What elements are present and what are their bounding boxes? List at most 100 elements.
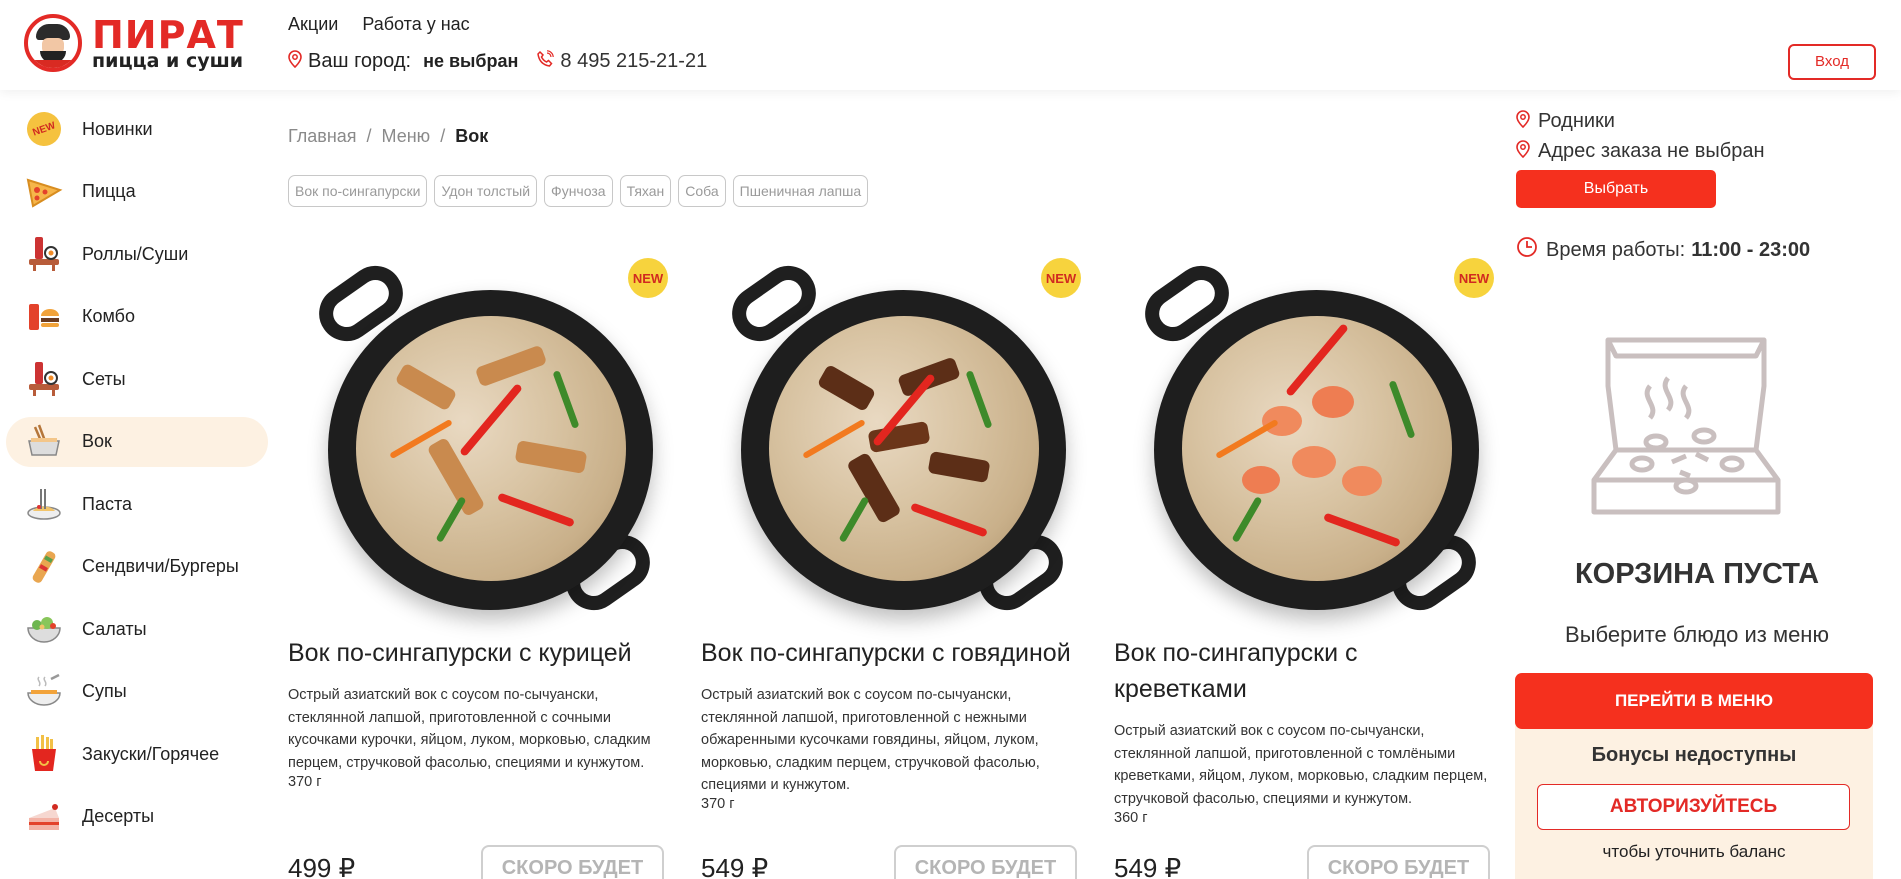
sidebar-item-desserts[interactable]: Десерты <box>6 792 268 842</box>
product-title[interactable]: Вок по-сингапурски с говядиной <box>701 635 1077 671</box>
rolls-icon <box>24 234 64 274</box>
product-weight: 370 г <box>701 796 735 812</box>
phone-icon <box>536 50 555 73</box>
product-weight: 360 г <box>1114 810 1148 826</box>
filter-tag-chahan[interactable]: Тяхан <box>619 175 672 207</box>
authorize-button[interactable]: АВТОРИЗУЙТЕСЬ <box>1537 784 1850 830</box>
sidebar-item-pasta[interactable]: Паста <box>6 479 268 529</box>
product-image[interactable]: NEW <box>1124 250 1494 635</box>
new-icon: NEW <box>22 107 66 151</box>
sidebar-item-label: Комбо <box>82 306 135 326</box>
sidebar-item-pizza[interactable]: Пицца <box>6 167 268 217</box>
choose-address-button[interactable]: Выбрать <box>1516 170 1716 208</box>
filter-tags: Вок по-сингапурски Удон толстый Фунчоза … <box>288 175 869 207</box>
product-title[interactable]: Вок по-сингапурски с креветками <box>1114 635 1490 707</box>
location-pin-icon <box>1516 140 1530 163</box>
sidebar-item-label: Сеты <box>82 368 126 389</box>
login-button[interactable]: Вход <box>1788 44 1876 80</box>
brand-logo[interactable]: ПИРАТ пицца и суши <box>24 14 244 72</box>
city-phone-row: Ваш город: не выбран 8 495 215-21-21 <box>288 50 707 73</box>
new-badge: NEW <box>1454 258 1494 298</box>
pizza-icon <box>24 172 64 212</box>
filter-tag-wheat-noodles[interactable]: Пшеничная лапша <box>732 175 869 207</box>
product-price: 549 ₽ <box>701 853 769 879</box>
working-hours: Время работы: 11:00 - 23:00 <box>1516 236 1900 264</box>
breadcrumb: Главная / Меню / Вок <box>288 126 488 147</box>
empty-pizza-box-icon <box>1586 326 1786 526</box>
coming-soon-button[interactable]: СКОРО БУДЕТ <box>481 845 664 879</box>
top-nav: Акции Работа у нас <box>288 14 470 35</box>
sidebar-item-label: Вок <box>82 431 112 451</box>
product-price: 549 ₽ <box>1114 853 1182 879</box>
sidebar-item-label: Паста <box>82 493 133 514</box>
filter-tag-funchoza[interactable]: Фунчоза <box>544 175 613 207</box>
go-to-menu-button[interactable]: ПЕРЕЙТИ В МЕНЮ <box>1515 673 1873 729</box>
sidebar-item-label: Салаты <box>82 618 147 639</box>
breadcrumb-separator: / <box>366 126 372 146</box>
category-sidebar: NEW Новинки Пицца Роллы/Суши Комбо Сеты … <box>6 104 268 854</box>
city-label: Ваш город: <box>308 50 412 72</box>
product-image[interactable]: NEW <box>298 250 668 635</box>
sidebar-item-salads[interactable]: Салаты <box>6 604 268 654</box>
breadcrumb-current: Вок <box>455 126 489 146</box>
new-badge: NEW <box>1041 258 1081 298</box>
wok-icon <box>24 422 64 462</box>
sidebar-item-sandwich[interactable]: Сендвичи/Бургеры <box>6 542 268 592</box>
bonus-note: чтобы уточнить баланс <box>1602 842 1786 861</box>
bonus-title: Бонусы недоступны <box>1591 744 1797 766</box>
sidebar-item-combo[interactable]: Комбо <box>6 292 268 342</box>
new-badge: NEW <box>628 258 668 298</box>
working-hours-value: 11:00 - 23:00 <box>1691 238 1811 261</box>
filter-tag-soba[interactable]: Соба <box>678 175 726 207</box>
breadcrumb-home[interactable]: Главная <box>288 126 357 147</box>
breadcrumb-separator: / <box>440 126 446 146</box>
product-image[interactable]: NEW <box>711 250 1081 635</box>
order-address-text: Адрес заказа не выбран <box>1538 140 1765 162</box>
order-address[interactable]: Адрес заказа не выбран <box>1516 140 1900 163</box>
sidebar-item-label: Пицца <box>82 181 136 201</box>
sidebar-item-label: Десерты <box>82 806 155 826</box>
sidebar-item-soups[interactable]: Супы <box>6 667 268 717</box>
location-name: Родники <box>1538 110 1615 132</box>
sandwich-icon <box>24 547 64 587</box>
filter-tag-thick-udon[interactable]: Удон толстый <box>434 175 538 207</box>
sidebar-item-sets[interactable]: Сеты <box>6 354 268 404</box>
snacks-icon <box>24 734 64 774</box>
cart-empty-subtitle: Выберите блюдо из меню <box>1565 622 1829 647</box>
brand-name: ПИРАТ <box>92 12 244 57</box>
product-description: Острый азиатский вок с соусом по-сычуанс… <box>288 687 651 771</box>
sidebar-item-label: Супы <box>82 681 127 701</box>
filter-tag-singapore-wok[interactable]: Вок по-сингапурски <box>288 175 428 207</box>
breadcrumb-menu[interactable]: Меню <box>382 126 431 147</box>
cart-panel: Родники Адрес заказа не выбран Выбрать В… <box>1515 110 1900 879</box>
product-card[interactable]: NEW Вок по-сингапурски с курицей Острый … <box>288 250 668 879</box>
soup-icon <box>24 672 64 712</box>
combo-icon <box>24 297 64 337</box>
phone-number[interactable]: 8 495 215-21-21 <box>560 50 707 73</box>
sidebar-item-wok[interactable]: Вок <box>6 416 268 467</box>
pickup-location[interactable]: Родники <box>1516 110 1900 133</box>
dessert-icon <box>24 797 64 837</box>
clock-icon <box>1516 236 1538 264</box>
product-card[interactable]: NEW Вок по-сингапурски с креветками Остр… <box>1114 250 1494 879</box>
sidebar-item-label: Сендвичи/Бургеры <box>82 556 239 576</box>
sidebar-item-rolls[interactable]: Роллы/Суши <box>6 229 268 279</box>
location-pin-icon <box>288 50 302 73</box>
product-weight: 370 г <box>288 774 322 790</box>
site-header: ПИРАТ пицца и суши Акции Работа у нас Ва… <box>0 0 1901 90</box>
brand-tagline: пицца и суши <box>92 49 244 72</box>
nav-link-careers[interactable]: Работа у нас <box>362 14 469 35</box>
product-description: Острый азиатский вок с соусом по-сычуанс… <box>1114 723 1488 807</box>
product-description: Острый азиатский вок с соусом по-сычуанс… <box>701 687 1040 793</box>
city-selector[interactable]: не выбран <box>423 51 518 72</box>
coming-soon-button[interactable]: СКОРО БУДЕТ <box>1307 845 1490 879</box>
product-card[interactable]: NEW Вок по-сингапурски с говядиной Остры… <box>701 250 1081 879</box>
sidebar-item-snacks[interactable]: Закуски/Горячее <box>6 729 268 779</box>
sidebar-item-label: Роллы/Суши <box>82 243 189 264</box>
nav-link-promotions[interactable]: Акции <box>288 14 338 35</box>
coming-soon-button[interactable]: СКОРО БУДЕТ <box>894 845 1077 879</box>
bonus-block: Бонусы недоступны АВТОРИЗУЙТЕСЬ чтобы ут… <box>1515 720 1873 879</box>
sidebar-item-new[interactable]: NEW Новинки <box>6 104 268 154</box>
location-pin-icon <box>1516 110 1530 133</box>
product-title[interactable]: Вок по-сингапурски с курицей <box>288 635 664 671</box>
